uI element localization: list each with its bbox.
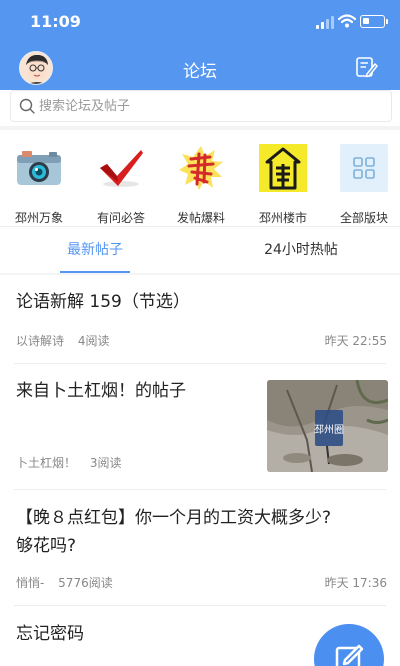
search-bar-container — [0, 90, 400, 126]
search-icon — [19, 98, 35, 114]
nav-bar: 论坛 — [0, 46, 400, 90]
grid-icon — [340, 144, 388, 192]
camera-icon — [17, 151, 61, 185]
post-read-count: 3阅读 — [89, 456, 122, 470]
post-title: 忘记密码 — [16, 624, 84, 644]
category-label: 有问必答 — [96, 211, 145, 225]
post-title: 论语新解 159（节选） — [16, 292, 190, 312]
wifi-icon — [338, 14, 356, 28]
post-author: 卜土杠烟！ — [16, 456, 77, 470]
status-bar: 11:09 — [0, 0, 400, 46]
battery-icon — [360, 15, 388, 28]
post-item[interactable]: 【晚８点红包】你一个月的工资大概多少? 够花吗? 悄悄- 5776阅读 昨天 1… — [0, 490, 400, 604]
search-input[interactable] — [39, 91, 379, 121]
category-label: 邳州楼市 — [258, 211, 307, 225]
status-time: 11:09 — [30, 12, 81, 31]
compose-icon — [335, 644, 364, 666]
post-read-count: 5776阅读 — [58, 576, 113, 590]
category-label: 发帖爆料 — [176, 211, 225, 225]
post-author: 以诗解诗 — [16, 334, 65, 348]
category-label: 邳州万象 — [14, 211, 63, 225]
post-item[interactable]: 论语新解 159（节选） 以诗解诗 4阅读 昨天 22:55 — [0, 275, 400, 363]
checkmark-icon — [100, 150, 143, 187]
category-item-all-sections[interactable]: 全部版块 — [326, 142, 400, 225]
post-read-count: 4阅读 — [77, 334, 110, 348]
category-item-pizhou-loushi[interactable]: 邳州楼市 — [245, 142, 321, 225]
post-title-line-2: 够花吗? — [16, 536, 77, 556]
app-header: 11:09 论坛 — [0, 0, 400, 90]
building-icon — [259, 144, 307, 192]
post-tabs: 最新帖子 24小时热帖 — [0, 227, 400, 273]
search-box[interactable] — [10, 90, 392, 122]
category-item-pizhou-wanxiang[interactable]: 邳州万象 — [1, 142, 77, 225]
post-thumbnail[interactable]: 邳州圈 — [267, 380, 388, 472]
post-time: 昨天 22:55 — [324, 334, 387, 348]
thumbnail-image: 邳州圈 — [267, 380, 388, 472]
post-time: 昨天 17:36 — [324, 576, 387, 590]
burst-icon — [179, 146, 223, 190]
post-title-line-1: 【晚８点红包】你一个月的工资大概多少? — [16, 508, 332, 528]
category-item-youwen-bida[interactable]: 有问必答 — [83, 142, 159, 225]
category-item-fatie-baoliao[interactable]: 发帖爆料 — [163, 142, 239, 225]
post-author: 悄悄- — [16, 576, 45, 590]
category-grid: 邳州万象 有问必答 发帖爆料 邳州楼市 全部版块 — [0, 130, 400, 226]
thumbnail-watermark: 邳州圈 — [314, 424, 344, 436]
tab-24h-hot[interactable]: 24小时热帖 — [246, 227, 356, 273]
category-label: 全部版块 — [339, 211, 388, 225]
edit-post-icon[interactable] — [354, 55, 378, 79]
post-meta: 悄悄- 5776阅读 — [16, 574, 113, 591]
tab-latest-posts[interactable]: 最新帖子 — [60, 227, 130, 273]
new-post-button[interactable] — [314, 624, 384, 666]
post-item[interactable]: 来自卜土杠烟！的帖子 卜土杠烟！ 3阅读 邳州圈 — [0, 364, 400, 488]
post-meta: 以诗解诗 4阅读 — [16, 332, 109, 349]
page-title: 论坛 — [183, 62, 217, 82]
post-meta: 卜土杠烟！ 3阅读 — [16, 454, 121, 471]
post-title: 来自卜土杠烟！的帖子 — [16, 381, 186, 401]
cellular-signal-icon — [316, 16, 334, 29]
